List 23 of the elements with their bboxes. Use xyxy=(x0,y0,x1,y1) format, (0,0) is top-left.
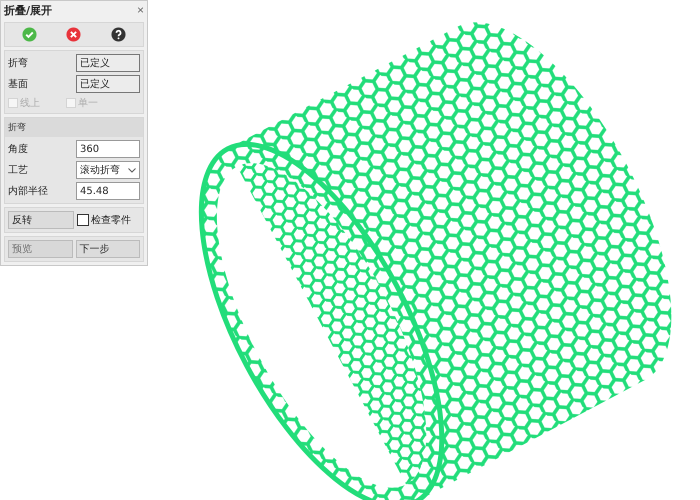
checkbox-label: 单一 xyxy=(78,96,98,110)
field-label: 折弯 xyxy=(8,56,28,70)
checkbox[interactable] xyxy=(77,214,89,226)
caret-icon xyxy=(128,168,136,172)
dropdown[interactable]: 滚动折弯 xyxy=(76,161,140,179)
field-label: 工艺 xyxy=(8,164,28,177)
field-label: 内部半径 xyxy=(8,184,48,198)
reference-field[interactable]: 已定义 xyxy=(76,75,140,93)
field-label: 角度 xyxy=(8,142,28,156)
input-field[interactable]: 360 xyxy=(76,140,140,158)
checkbox-label: 线上 xyxy=(20,96,40,110)
action-button[interactable]: 下一步 xyxy=(76,240,140,258)
cancel-icon[interactable] xyxy=(66,27,82,42)
section-heading: 折弯 xyxy=(5,118,143,137)
help-icon[interactable] xyxy=(110,27,126,42)
reverse-button[interactable]: 反转 xyxy=(8,211,74,229)
reference-field[interactable]: 已定义 xyxy=(76,54,140,72)
close-button[interactable]: × xyxy=(136,3,144,17)
checkbox-label: 检查零件 xyxy=(91,214,131,227)
field-label: 基面 xyxy=(8,78,28,91)
input-field[interactable]: 45.48 xyxy=(76,182,140,200)
window-title: 折叠/展开 xyxy=(4,2,52,18)
ok-icon[interactable] xyxy=(22,27,38,42)
